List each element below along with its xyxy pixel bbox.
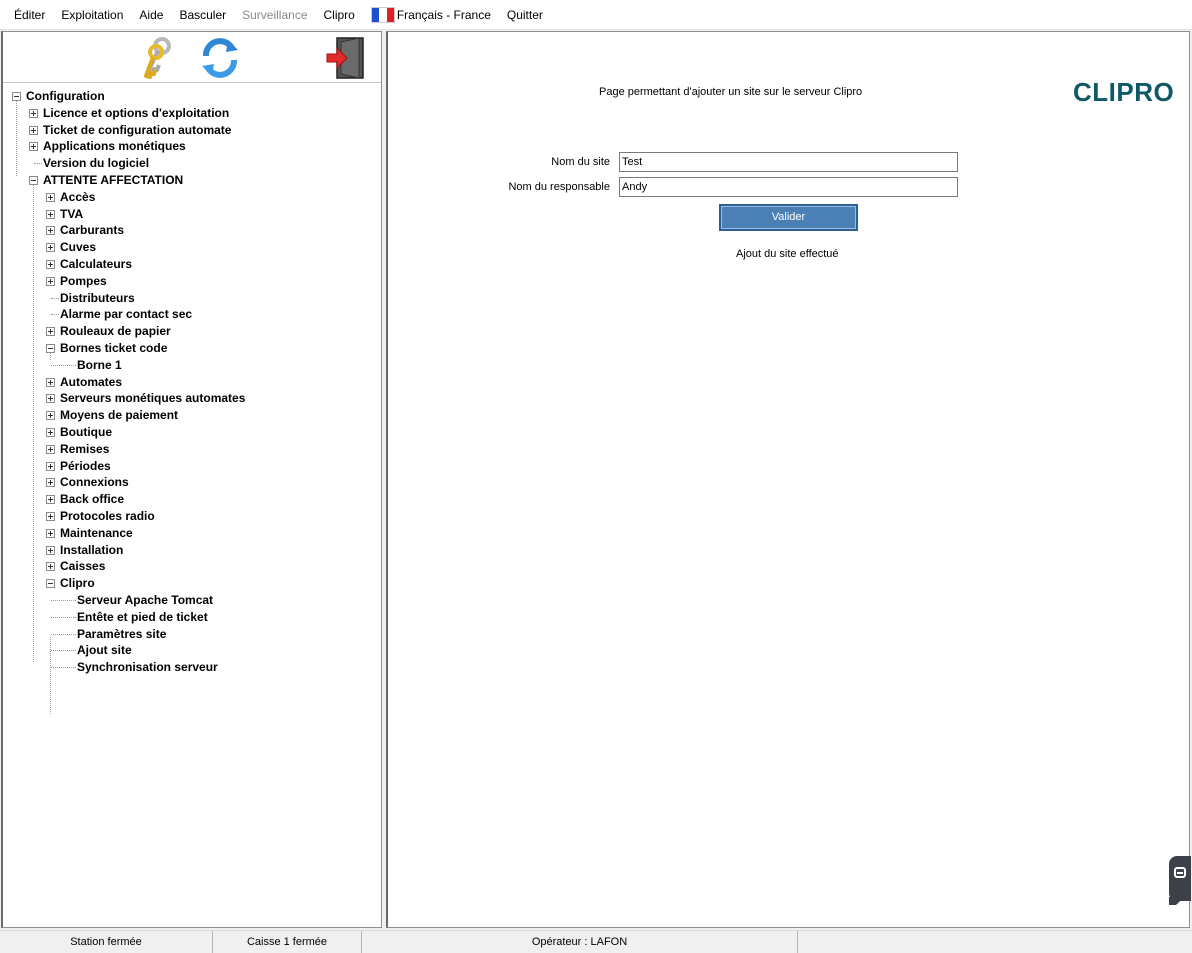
expand-icon[interactable] xyxy=(46,511,55,521)
tree-item-rouleaux-papier[interactable]: Rouleaux de papier xyxy=(3,323,381,340)
expand-icon[interactable] xyxy=(46,478,55,488)
expand-icon[interactable] xyxy=(46,444,55,454)
refresh-icon[interactable] xyxy=(200,36,240,80)
tree-item-alarme-contact-sec[interactable]: Alarme par contact sec xyxy=(3,306,381,323)
tree-item-carburants[interactable]: Carburants xyxy=(3,222,381,239)
expand-icon[interactable] xyxy=(46,394,55,404)
expand-icon[interactable] xyxy=(29,108,38,118)
french-flag-icon xyxy=(370,6,395,23)
caisse-status: Caisse 1 fermée xyxy=(213,931,362,953)
operator-status: Opérateur : LAFON xyxy=(362,931,798,953)
expand-icon[interactable] xyxy=(46,209,55,219)
tree-item-connexions[interactable]: Connexions xyxy=(3,474,381,491)
tree-item-clipro[interactable]: Clipro xyxy=(3,575,381,592)
chat-icon xyxy=(1174,867,1186,878)
collapse-icon[interactable] xyxy=(46,343,55,353)
expand-icon[interactable] xyxy=(46,495,55,505)
tree-item-entete-pied-ticket[interactable]: Entête et pied de ticket xyxy=(3,609,381,626)
tree-item-back-office[interactable]: Back office xyxy=(3,491,381,508)
menu-surveillance[interactable]: Surveillance xyxy=(234,0,315,30)
tree-item-distributeurs[interactable]: Distributeurs xyxy=(3,290,381,307)
tree-item-serveurs-monetiques[interactable]: Serveurs monétiques automates xyxy=(3,390,381,407)
status-message: Ajout du site effectué xyxy=(736,248,839,260)
tree-item-remises[interactable]: Remises xyxy=(3,441,381,458)
expand-icon[interactable] xyxy=(46,327,55,337)
tree-item-moyens-paiement[interactable]: Moyens de paiement xyxy=(3,407,381,424)
expand-icon[interactable] xyxy=(46,192,55,202)
tree-item-ticket-configuration[interactable]: Ticket de configuration automate xyxy=(3,122,381,139)
site-name-input[interactable] xyxy=(619,152,958,172)
side-tab-widget[interactable] xyxy=(1169,856,1191,905)
tree-item-periodes[interactable]: Périodes xyxy=(3,458,381,475)
station-status: Station fermée xyxy=(0,931,213,953)
collapse-icon[interactable] xyxy=(29,175,38,185)
configuration-tree: Configuration Licence et options d'explo… xyxy=(3,83,381,714)
expand-icon[interactable] xyxy=(46,259,55,269)
expand-icon[interactable] xyxy=(46,545,55,555)
menu-basculer[interactable]: Basculer xyxy=(171,0,234,30)
menu-clipro[interactable]: Clipro xyxy=(316,0,363,30)
tree-item-licence[interactable]: Licence et options d'exploitation xyxy=(3,105,381,122)
menu-bar: Éditer Exploitation Aide Basculer Survei… xyxy=(0,0,1192,30)
navigation-panel: Configuration Licence et options d'explo… xyxy=(1,31,382,928)
page-description: Page permettant d'ajouter un site sur le… xyxy=(599,86,863,98)
tree-item-cuves[interactable]: Cuves xyxy=(3,239,381,256)
expand-icon[interactable] xyxy=(46,427,55,437)
language-label: Français - France xyxy=(396,7,491,22)
tree-item-acces[interactable]: Accès xyxy=(3,189,381,206)
tree-item-attente-affectation[interactable]: ATTENTE AFFECTATION xyxy=(3,172,381,189)
site-name-label: Nom du site xyxy=(551,156,610,168)
expand-icon[interactable] xyxy=(46,377,55,387)
tree-item-protocoles-radio[interactable]: Protocoles radio xyxy=(3,508,381,525)
clipro-logo: CLIPRO xyxy=(1073,77,1175,107)
menu-aide[interactable]: Aide xyxy=(131,0,171,30)
tree-item-ajout-site[interactable]: Ajout site xyxy=(3,642,381,659)
expand-icon[interactable] xyxy=(46,276,55,286)
tree-item-borne-1[interactable]: Borne 1 xyxy=(3,357,381,374)
application-window: Éditer Exploitation Aide Basculer Survei… xyxy=(0,0,1192,953)
collapse-icon[interactable] xyxy=(12,92,21,101)
expand-icon[interactable] xyxy=(46,411,55,421)
tree-item-applications-monetiques[interactable]: Applications monétiques xyxy=(3,138,381,155)
tree-item-serveur-apache-tomcat[interactable]: Serveur Apache Tomcat xyxy=(3,592,381,609)
keys-icon[interactable] xyxy=(138,36,178,80)
menu-language[interactable]: Français - France xyxy=(363,0,499,30)
tree-item-tva[interactable]: TVA xyxy=(3,206,381,223)
tree-item-maintenance[interactable]: Maintenance xyxy=(3,525,381,542)
menu-editer[interactable]: Éditer xyxy=(6,0,53,30)
expand-icon[interactable] xyxy=(46,562,55,572)
expand-icon[interactable] xyxy=(46,226,55,236)
menu-exploitation[interactable]: Exploitation xyxy=(53,0,131,30)
expand-icon[interactable] xyxy=(46,528,55,538)
expand-icon[interactable] xyxy=(29,142,38,152)
tree-item-pompes[interactable]: Pompes xyxy=(3,273,381,290)
tree-item-configuration[interactable]: Configuration xyxy=(3,88,381,105)
expand-icon[interactable] xyxy=(46,461,55,471)
tree-item-version-logiciel[interactable]: Version du logiciel xyxy=(3,155,381,172)
tree-item-caisses[interactable]: Caisses xyxy=(3,558,381,575)
status-bar: Station fermée Caisse 1 fermée Opérateur… xyxy=(0,930,1192,953)
exit-door-icon[interactable] xyxy=(325,36,365,80)
menu-quitter[interactable]: Quitter xyxy=(499,0,551,30)
tree-item-synchronisation-serveur[interactable]: Synchronisation serveur xyxy=(3,659,381,676)
tree-item-boutique[interactable]: Boutique xyxy=(3,424,381,441)
validate-button[interactable]: Valider xyxy=(719,204,858,231)
manager-name-input[interactable] xyxy=(619,177,958,197)
content-panel: Page permettant d'ajouter un site sur le… xyxy=(386,31,1191,928)
tree-item-automates[interactable]: Automates xyxy=(3,374,381,391)
tree-item-parametres-site[interactable]: Paramètres site xyxy=(3,626,381,643)
manager-name-label: Nom du responsable xyxy=(508,181,610,193)
toolbar xyxy=(3,32,381,83)
expand-icon[interactable] xyxy=(29,125,38,135)
expand-icon[interactable] xyxy=(46,243,55,253)
tree-item-installation[interactable]: Installation xyxy=(3,542,381,559)
tree-item-calculateurs[interactable]: Calculateurs xyxy=(3,256,381,273)
collapse-icon[interactable] xyxy=(46,579,55,589)
tree-item-bornes-ticket-code[interactable]: Bornes ticket code xyxy=(3,340,381,357)
